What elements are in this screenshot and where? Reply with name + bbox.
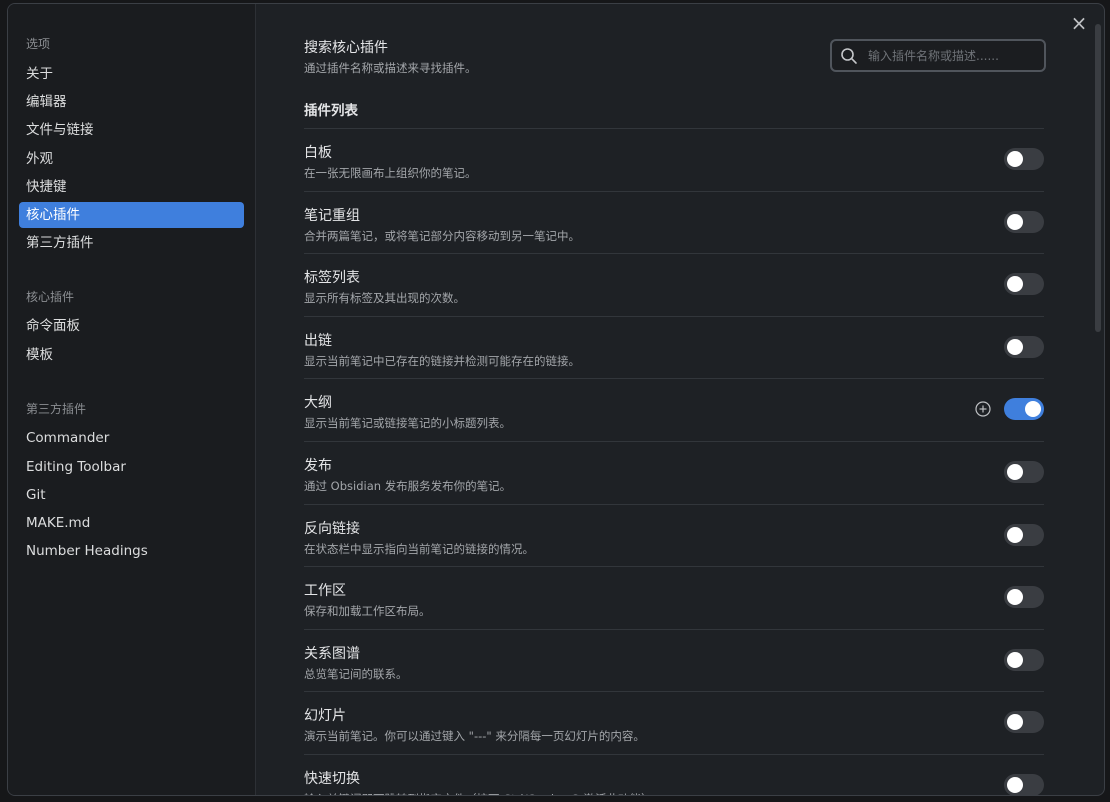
plugin-toggle[interactable] (1004, 335, 1044, 358)
sidebar-item[interactable]: 编辑器 (19, 89, 244, 115)
plugin-description: 通过 Obsidian 发布服务发布你的笔记。 (304, 479, 512, 493)
plugin-toggle[interactable] (1004, 210, 1044, 233)
plugin-row: 关系图谱总览笔记间的联系。 (304, 628, 1044, 692)
plugin-toggle[interactable] (1004, 648, 1044, 671)
plugin-toggle[interactable] (1004, 398, 1044, 421)
plugin-row: 发布通过 Obsidian 发布服务发布你的笔记。 (304, 441, 1044, 504)
sidebar-item[interactable]: Commander (19, 425, 244, 451)
toggle-knob (1007, 151, 1023, 167)
plugin-row: 快速切换输入关键词即可跳转到指定文件（按下 Ctrl/Cmd + O 激活此功能… (304, 754, 1044, 795)
plugin-description: 输入关键词即可跳转到指定文件（按下 Ctrl/Cmd + O 激活此功能） (304, 791, 653, 795)
plugin-row: 大纲显示当前笔记或链接笔记的小标题列表。 (304, 378, 1044, 441)
sidebar-heading: 选项 (26, 37, 51, 51)
plugin-row: 出链显示当前笔记中已存在的链接并检测可能存在的链接。 (304, 315, 1044, 379)
sidebar-item[interactable]: 外观 (19, 146, 244, 172)
plugin-name: 笔记重组 (304, 207, 360, 224)
plugin-name: 关系图谱 (304, 645, 360, 662)
toggle-knob (1007, 714, 1023, 731)
sidebar-item[interactable]: 核心插件 (19, 202, 244, 228)
plugin-name: 反向链接 (304, 520, 360, 537)
plugin-name: 白板 (304, 145, 332, 161)
sidebar-item[interactable]: Git (19, 482, 244, 508)
toggle-knob (1007, 338, 1023, 355)
plugin-name: 快速切换 (304, 771, 360, 787)
sidebar-item[interactable]: Editing Toolbar (19, 454, 244, 480)
plugin-name: 工作区 (304, 583, 346, 600)
search-input[interactable] (868, 48, 1028, 63)
settings-modal: 选项 关于 编辑器 文件与链接 外观 快捷键 核心插件 第三方插件 核心插件 命令面板 模板 第三方插… (7, 3, 1105, 796)
plugin-row: 白板在一张无限画布上组织你的笔记。 (304, 128, 1044, 191)
toggle-knob (1007, 276, 1023, 293)
plugin-row: 反向链接在状态栏中显示指向当前笔记的链接的情况。 (304, 503, 1044, 567)
plugin-toggle[interactable] (1004, 586, 1044, 609)
plugin-description: 显示当前笔记或链接笔记的小标题列表。 (304, 416, 511, 431)
sidebar-item[interactable]: 第三方插件 (19, 230, 244, 256)
toggle-knob (1007, 464, 1023, 480)
sidebar-item[interactable]: 文件与链接 (19, 117, 244, 143)
plugin-toggle[interactable] (1004, 273, 1044, 296)
plugin-description: 显示所有标签及其出现的次数。 (304, 291, 465, 306)
search-title: 搜索核心插件 (304, 40, 388, 56)
plugin-row: 笔记重组合并两篇笔记，或将笔记部分内容移动到另一笔记中。 (304, 190, 1044, 254)
sidebar-item[interactable]: 快捷键 (19, 174, 244, 200)
plugin-options-icon[interactable] (975, 401, 991, 417)
plugin-row: 工作区保存和加载工作区布局。 (304, 566, 1044, 629)
plugin-toggle[interactable] (1004, 148, 1044, 170)
plugin-description: 显示当前笔记中已存在的链接并检测可能存在的链接。 (304, 353, 580, 368)
plugin-name: 幻灯片 (304, 708, 346, 725)
plugin-name: 出链 (304, 332, 332, 349)
sidebar-heading: 核心插件 (26, 290, 75, 304)
plugin-toggle[interactable] (1004, 711, 1044, 734)
plugin-description: 合并两篇笔记，或将笔记部分内容移动到另一笔记中。 (304, 228, 580, 243)
search-icon (841, 47, 857, 64)
close-button[interactable]: × (1070, 13, 1088, 33)
plugin-description: 在一张无限画布上组织你的笔记。 (304, 166, 477, 180)
scrollbar-thumb[interactable] (1095, 24, 1101, 332)
plugin-toggle[interactable] (1004, 523, 1044, 546)
settings-sidebar: 选项 关于 编辑器 文件与链接 外观 快捷键 核心插件 第三方插件 核心插件 命令面板 模板 第三方插… (8, 4, 256, 795)
plugin-name: 大纲 (304, 395, 332, 412)
settings-content: 搜索核心插件 通过插件名称或描述来寻找插件。 插件列表 白板在一张无限画布上组织… (257, 4, 1104, 795)
plugin-name: 发布 (304, 458, 332, 474)
plugin-toggle[interactable] (1004, 461, 1044, 483)
toggle-knob (1007, 589, 1023, 606)
plugin-list-heading: 插件列表 (304, 103, 358, 119)
search-box[interactable] (830, 39, 1046, 72)
toggle-knob (1007, 651, 1023, 668)
toggle-knob (1007, 777, 1023, 793)
sidebar-item[interactable]: 模板 (19, 342, 244, 368)
plugin-row: 幻灯片演示当前笔记。你可以通过键入 "---" 来分隔每一页幻灯片的内容。 (304, 691, 1044, 754)
sidebar-item[interactable]: 关于 (19, 61, 244, 87)
plugin-description: 在状态栏中显示指向当前笔记的链接的情况。 (304, 541, 534, 556)
plugin-description: 总览笔记间的联系。 (304, 666, 408, 681)
sidebar-item[interactable]: Number Headings (19, 538, 244, 564)
toggle-knob (1025, 401, 1041, 418)
sidebar-item[interactable]: MAKE.md (19, 510, 244, 536)
sidebar-heading: 第三方插件 (26, 402, 87, 416)
search-description: 通过插件名称或描述来寻找插件。 (304, 61, 477, 75)
toggle-knob (1007, 526, 1023, 543)
sidebar-item[interactable]: 命令面板 (19, 313, 244, 339)
plugin-description: 演示当前笔记。你可以通过键入 "---" 来分隔每一页幻灯片的内容。 (304, 729, 645, 744)
plugin-row: 标签列表显示所有标签及其出现的次数。 (304, 253, 1044, 316)
plugin-name: 标签列表 (304, 270, 360, 287)
plugin-description: 保存和加载工作区布局。 (304, 604, 431, 619)
plugin-toggle[interactable] (1004, 774, 1044, 795)
toggle-knob (1007, 213, 1023, 230)
